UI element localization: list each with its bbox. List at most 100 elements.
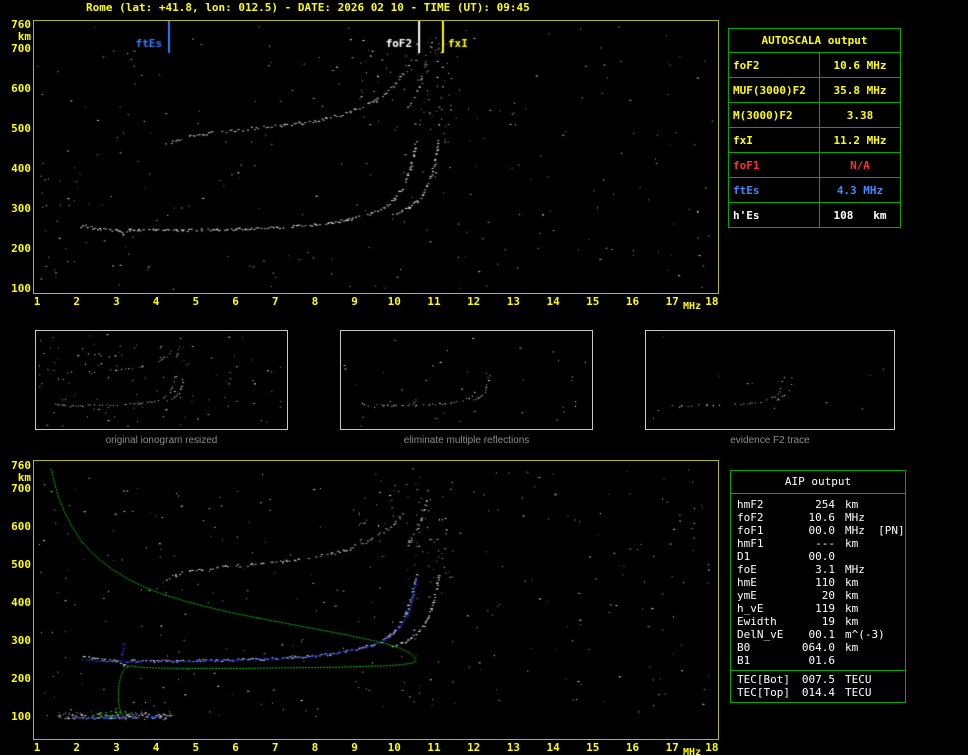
prof-y-tick-700: 700 [11, 481, 31, 495]
param-label: foF2 [737, 511, 764, 524]
main-y-tick-600: 600 [11, 82, 31, 95]
prof-x-tick-12: 12 [467, 741, 481, 754]
prof-x-tick-18: 18 [705, 741, 719, 754]
prof-x-tick-13: 13 [506, 741, 521, 754]
table-header-row: AUTOSCALA output [728, 28, 901, 53]
param-label: foF2 [728, 52, 820, 78]
param-label: M(3000)F2 [728, 102, 820, 128]
main-x-tick-6: 6 [232, 295, 239, 308]
main-x-axis-unit: MHz [683, 301, 702, 312]
main-x-tick-2: 2 [73, 295, 80, 308]
thumbnail-original-canvas [36, 331, 287, 429]
aip-table-title: AIP output [731, 471, 905, 494]
param-label: h'Es [728, 202, 820, 228]
prof-y-tick-600: 600 [11, 519, 31, 533]
page-title: Rome (lat: +41.8, lon: 012.5) - DATE: 20… [86, 1, 530, 14]
aip-row: h_vE 119 km [737, 602, 905, 615]
param-unit: MHz [845, 511, 865, 524]
main-x-tick-15: 15 [586, 295, 600, 308]
aip-row: foF2 10.6 MHz [737, 511, 905, 524]
param-label: foF1 [728, 152, 820, 178]
main-x-tick-13: 13 [506, 295, 521, 308]
param-value: 19 [821, 615, 835, 628]
prof-x-tick-11: 11 [427, 741, 441, 754]
main-x-tick-11: 11 [427, 295, 441, 308]
profile-ionogram-canvas [34, 461, 718, 739]
param-label: foF1 [737, 524, 764, 537]
param-label: hmE [737, 576, 757, 589]
param-value: 00.0 [808, 524, 836, 537]
param-value: 3.38 [819, 102, 901, 128]
prof-y-tick-400: 400 [11, 595, 31, 609]
aip-row: DelN_vE 00.1 m^(-3) [737, 628, 905, 641]
main-ionogram-canvas [34, 21, 718, 293]
param-label: fxI [728, 127, 820, 153]
param-value: 11.2 MHz [819, 127, 901, 153]
aip-tec-row: TEC[Top] 014.4 TECU [737, 686, 905, 699]
param-label: foE [737, 563, 757, 576]
param-value: 00.0 [808, 550, 836, 563]
param-value: N/A [819, 152, 901, 178]
main-x-tick-1: 1 [33, 295, 41, 308]
main-x-tick-3: 3 [113, 295, 120, 308]
param-label: TEC[Top] [737, 686, 790, 699]
param-label: DelN_vE [737, 628, 784, 641]
main-x-tick-7: 7 [271, 295, 279, 308]
param-unit: km [845, 537, 859, 550]
prof-x-tick-14: 14 [546, 741, 560, 754]
autoscala-ionogram-viewer: Rome (lat: +41.8, lon: 012.5) - DATE: 20… [0, 0, 968, 755]
aip-separator [731, 670, 905, 671]
param-unit: TECU [845, 686, 872, 699]
param-unit: km [845, 498, 859, 511]
prof-x-tick-3: 3 [113, 741, 120, 754]
param-label: Ewidth [737, 615, 777, 628]
thumbnail-caption: eliminate multiple reflections [403, 435, 530, 446]
thumbnail-eliminate-canvas [341, 331, 592, 429]
prof-x-tick-7: 7 [271, 741, 279, 754]
param-label: h_vE [737, 602, 764, 615]
param-label: ftEs [728, 177, 820, 203]
prof-y-tick-500: 500 [11, 557, 31, 571]
main-y-tick-500: 500 [11, 122, 31, 135]
param-value: 007.5 [801, 673, 835, 686]
table-row: foF2 10.6 MHz [728, 52, 901, 78]
autoscala-output-table: AUTOSCALA output foF2 10.6 MHz MUF(3000)F… [728, 28, 901, 228]
param-label: TEC[Bot] [737, 673, 790, 686]
prof-x-tick-5: 5 [192, 741, 200, 754]
aip-row: foE 3.1 MHz [737, 563, 905, 576]
prof-y-tick-300: 300 [11, 633, 31, 647]
aip-output-table: AIP output hmF2 254 km foF2 10.6 MHz foF1 00.… [730, 470, 906, 703]
param-label: ymE [737, 589, 757, 602]
param-value: 35.8 MHz [819, 77, 901, 103]
main-x-tick-17: 17 [665, 295, 679, 308]
param-value: 110 [815, 576, 835, 589]
prof-y-tick-100: 100 [11, 709, 31, 723]
param-value: 119 [815, 602, 835, 615]
aip-row: hmF2 254 km [737, 498, 905, 511]
param-label: hmF2 [737, 498, 764, 511]
autoscala-table-title: AUTOSCALA output [728, 28, 901, 53]
main-x-tick-12: 12 [467, 295, 481, 308]
aip-row: foF1 00.0 MHz [PN] [737, 524, 905, 537]
thumbnail-caption: evidence F2 trace [730, 435, 810, 446]
param-value: 064.0 [801, 641, 835, 654]
prof-x-tick-16: 16 [625, 741, 640, 754]
main-y-tick-200: 200 [11, 242, 31, 255]
main-x-tick-14: 14 [546, 295, 560, 308]
param-unit: km [845, 576, 859, 589]
thumbnail-original-ionogram [35, 330, 288, 430]
aip-row: hmF1 --- km [737, 537, 905, 550]
prof-x-tick-4: 4 [152, 741, 160, 754]
main-y-tick-400: 400 [11, 162, 31, 175]
table-row: M(3000)F2 3.38 [728, 102, 901, 128]
main-y-tick-700: 700 [11, 42, 31, 55]
main-x-tick-5: 5 [192, 295, 200, 308]
prof-x-tick-2: 2 [73, 741, 80, 754]
aip-row: B1 01.6 [737, 654, 905, 667]
thumbnail-evidence-f2 [645, 330, 895, 430]
profile-ionogram-plot [33, 460, 719, 740]
param-unit: MHz [845, 563, 865, 576]
aip-row: Ewidth 19 km [737, 615, 905, 628]
aip-tec-row: TEC[Bot] 007.5 TECU [737, 673, 905, 686]
param-value: --- [815, 537, 835, 550]
